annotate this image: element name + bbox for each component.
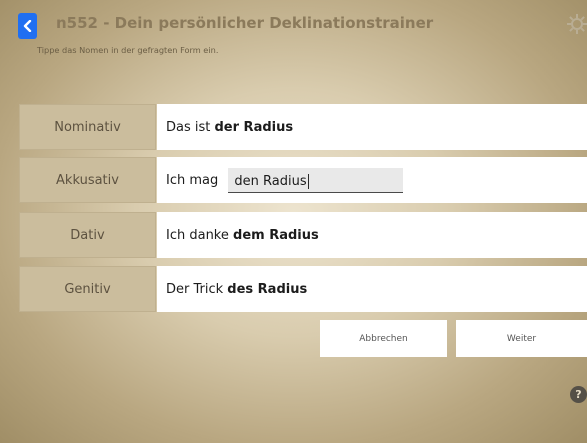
instruction-text: Tippe das Nomen in der gefragten Form ei… <box>37 45 219 55</box>
declined-noun: der Radius <box>214 119 294 135</box>
sentence-prefix: Ich mag <box>166 172 223 188</box>
sentence-box: Ich danke dem Radius <box>157 212 587 258</box>
declension-row-dativ: Dativ Ich danke dem Radius <box>19 212 587 258</box>
sentence-prefix: Der Trick <box>166 281 228 297</box>
case-label: Akkusativ <box>19 157 156 203</box>
declined-noun: des Radius <box>227 281 308 297</box>
header: n552 - Dein persönlicher Deklinationstra… <box>0 0 587 80</box>
sentence-box: Der Trick des Radius <box>157 266 587 312</box>
case-label: Genitiv <box>19 266 156 312</box>
declension-row-akkusativ: Akkusativ Ich mag den Radius <box>19 157 587 203</box>
gear-icon[interactable] <box>565 12 587 36</box>
back-button[interactable] <box>18 13 37 39</box>
chevron-left-icon <box>23 20 31 32</box>
text-caret <box>307 173 309 189</box>
case-label: Nominativ <box>19 104 156 150</box>
answer-input[interactable]: den Radius <box>228 167 404 193</box>
declension-row-genitiv: Genitiv Der Trick des Radius <box>19 266 587 312</box>
declension-row-nominativ: Nominativ Das ist der Radius <box>19 104 587 150</box>
page-title: n552 - Dein persönlicher Deklinationstra… <box>56 14 434 32</box>
help-icon[interactable]: ? <box>570 386 587 403</box>
cancel-button[interactable]: Abbrechen <box>320 320 447 357</box>
answer-input-value: den Radius <box>234 173 307 189</box>
sentence-box: Ich mag den Radius <box>157 157 587 203</box>
declined-noun: dem Radius <box>233 227 319 243</box>
sentence-box: Das ist der Radius <box>157 104 587 150</box>
case-label: Dativ <box>19 212 156 258</box>
sentence-prefix: Ich danke <box>166 227 234 243</box>
sentence-prefix: Das ist <box>166 119 215 135</box>
next-button[interactable]: Weiter <box>456 320 587 357</box>
